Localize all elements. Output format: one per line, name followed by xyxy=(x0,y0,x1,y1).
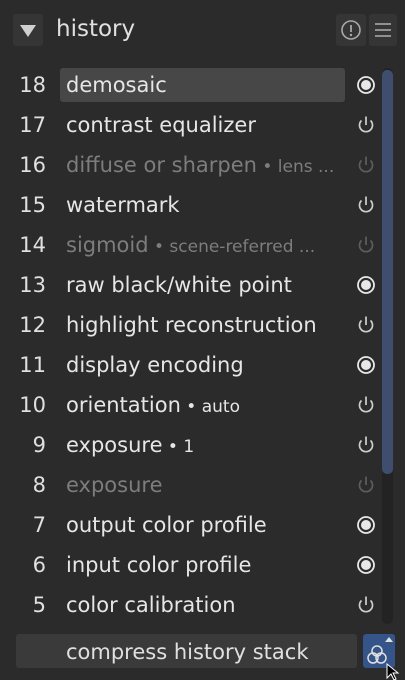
power-icon xyxy=(358,156,374,173)
history-item-label: exposure xyxy=(66,465,346,505)
mouse-cursor-icon xyxy=(386,663,400,680)
scrollbar-thumb[interactable] xyxy=(382,70,393,474)
history-item-label: input color profile xyxy=(66,545,346,585)
history-item-label: raw black/white point xyxy=(66,265,346,305)
module-detail: • scene-referred ... xyxy=(148,237,316,257)
history-item[interactable]: 6 input color profile xyxy=(0,545,380,585)
history-item[interactable]: 14 sigmoid • scene-referred ... xyxy=(0,225,380,265)
power-icon xyxy=(358,476,374,493)
history-item-number: 5 xyxy=(32,593,46,617)
history-item-number: 16 xyxy=(19,153,46,177)
panel-title: history xyxy=(56,16,136,42)
history-item-number: 9 xyxy=(32,433,46,457)
history-list: 18 demosaic 17 contrast equalizer 16 diffuse … xyxy=(0,65,405,625)
module-name: exposure xyxy=(66,473,163,497)
radio-on-icon xyxy=(357,516,375,534)
module-detail: • 1 xyxy=(162,437,195,457)
history-item-number: 10 xyxy=(19,393,46,417)
module-name: output color profile xyxy=(66,513,267,537)
history-item-number: 11 xyxy=(19,353,46,377)
power-icon xyxy=(358,116,374,133)
radio-on-icon xyxy=(357,276,375,294)
history-item-number: 12 xyxy=(19,313,46,337)
history-item[interactable]: 17 contrast equalizer xyxy=(0,105,380,145)
history-item-label: diffuse or sharpen • lens ... xyxy=(66,145,346,187)
module-name: diffuse or sharpen xyxy=(66,153,257,177)
history-item[interactable]: 12 highlight reconstruction xyxy=(0,305,380,345)
power-icon xyxy=(358,196,374,213)
triangle-down-icon xyxy=(20,25,36,37)
history-item[interactable]: 9 exposure • 1 xyxy=(0,425,380,465)
power-icon xyxy=(358,236,374,253)
history-item[interactable]: 11 display encoding xyxy=(0,345,380,385)
history-item-label: output color profile xyxy=(66,505,346,545)
history-item[interactable]: 8 exposure xyxy=(0,465,380,505)
info-button[interactable] xyxy=(336,14,366,46)
info-icon xyxy=(341,20,361,40)
history-item-label: color calibration xyxy=(66,585,346,625)
history-item-label: contrast equalizer xyxy=(66,105,346,145)
history-item-label: watermark xyxy=(66,185,346,225)
history-item-number: 14 xyxy=(19,233,46,257)
compress-history-button[interactable]: compress history stack xyxy=(16,634,357,668)
module-name: demosaic xyxy=(66,73,167,97)
hamburger-menu-icon xyxy=(375,23,391,37)
compress-history-label: compress history stack xyxy=(66,640,309,664)
module-name: display encoding xyxy=(66,353,244,377)
history-item-number: 13 xyxy=(19,273,46,297)
radio-on-icon xyxy=(357,356,375,374)
history-item-label: orientation • auto xyxy=(66,385,346,427)
radio-on-icon xyxy=(357,76,375,94)
module-name: orientation xyxy=(66,393,181,417)
history-header: history xyxy=(0,0,405,60)
history-item[interactable]: 10 orientation • auto xyxy=(0,385,380,425)
power-icon xyxy=(358,596,374,613)
history-item-number: 17 xyxy=(19,113,46,137)
module-name: color calibration xyxy=(66,593,236,617)
module-name: input color profile xyxy=(66,553,252,577)
history-item-number: 7 xyxy=(32,513,46,537)
history-item-label: demosaic xyxy=(66,65,346,105)
history-item[interactable]: 15 watermark xyxy=(0,185,380,225)
history-item-label: display encoding xyxy=(66,345,346,385)
module-name: sigmoid xyxy=(66,233,149,257)
history-item-number: 15 xyxy=(19,193,46,217)
module-name: raw black/white point xyxy=(66,273,292,297)
history-item-label: exposure • 1 xyxy=(66,425,346,467)
power-icon xyxy=(358,316,374,333)
module-name: highlight reconstruction xyxy=(66,313,317,337)
history-item[interactable]: 18 demosaic xyxy=(0,65,380,105)
module-detail: • lens ... xyxy=(256,157,335,177)
history-item-label: highlight reconstruction xyxy=(66,305,346,345)
radio-on-icon xyxy=(357,556,375,574)
history-scrollbar[interactable] xyxy=(382,68,393,624)
history-item[interactable]: 13 raw black/white point xyxy=(0,265,380,305)
module-detail: • auto xyxy=(180,397,240,417)
module-name: exposure xyxy=(66,433,163,457)
history-item-label: sigmoid • scene-referred ... xyxy=(66,225,346,267)
history-item[interactable]: 5 color calibration xyxy=(0,585,380,625)
history-item[interactable]: 7 output color profile xyxy=(0,505,380,545)
presets-menu-button[interactable] xyxy=(369,14,397,46)
history-item-number: 6 xyxy=(32,553,46,577)
power-icon xyxy=(358,396,374,413)
history-item-number: 18 xyxy=(19,73,46,97)
power-icon xyxy=(358,436,374,453)
history-item-number: 8 xyxy=(32,473,46,497)
history-item[interactable]: 16 diffuse or sharpen • lens ... xyxy=(0,145,380,185)
collapse-button[interactable] xyxy=(13,14,43,46)
module-name: contrast equalizer xyxy=(66,113,256,137)
module-name: watermark xyxy=(66,193,180,217)
